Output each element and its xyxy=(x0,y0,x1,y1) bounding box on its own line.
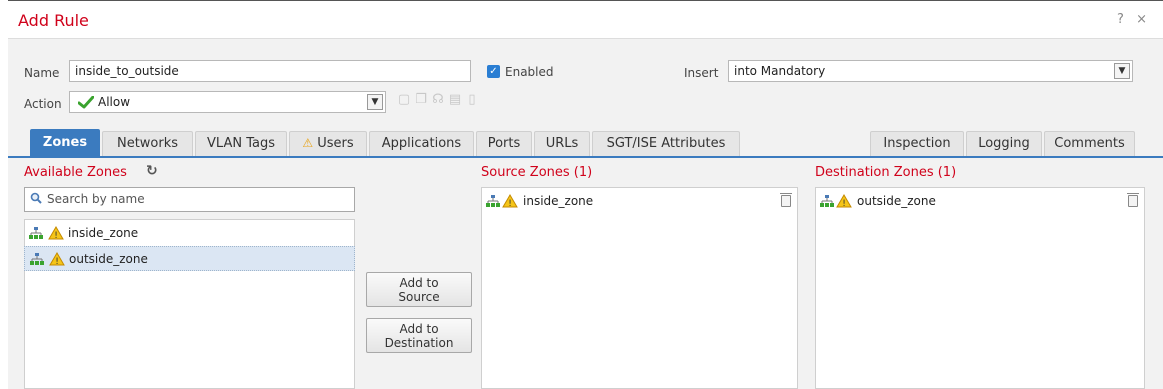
svg-text:!: ! xyxy=(54,231,58,240)
action-value: Allow xyxy=(98,95,131,109)
search-icon xyxy=(30,192,42,204)
network-icon xyxy=(29,227,43,239)
tab-urls[interactable]: URLs xyxy=(534,131,590,156)
available-zones-title: Available Zones xyxy=(24,165,127,180)
destination-zones-title: Destination Zones (1) xyxy=(815,165,957,180)
name-label: Name xyxy=(24,66,60,80)
add-to-source-label: Add to Source xyxy=(398,276,440,304)
title-actions: ? × xyxy=(1117,12,1151,27)
close-icon[interactable]: × xyxy=(1136,12,1151,27)
tab-networks[interactable]: Networks xyxy=(102,131,193,156)
refresh-icon[interactable]: ↻ xyxy=(146,163,158,179)
tab-users-label: Users xyxy=(317,136,354,151)
tab-sgt-ise-attributes[interactable]: SGT/ISE Attributes xyxy=(592,131,740,156)
list-item[interactable]: ! inside_zone xyxy=(24,221,355,246)
chevron-down-icon[interactable]: ▼ xyxy=(367,94,383,110)
name-input[interactable]: inside_to_outside xyxy=(69,60,471,82)
dialog-title: Add Rule xyxy=(18,11,89,30)
svg-text:!: ! xyxy=(508,199,512,208)
svg-text:!: ! xyxy=(842,199,846,208)
zone-name: inside_zone xyxy=(68,226,139,240)
network-icon xyxy=(486,195,500,207)
network-icon xyxy=(30,253,44,265)
tab-applications[interactable]: Applications xyxy=(369,131,474,156)
list-item[interactable]: ! outside_zone xyxy=(815,189,1145,213)
add-to-destination-label: Add to Destination xyxy=(384,322,454,350)
add-to-source-button[interactable]: Add to Source xyxy=(366,272,472,307)
action-label: Action xyxy=(24,97,62,111)
search-input[interactable]: Search by name xyxy=(24,187,355,212)
insert-label: Insert xyxy=(684,66,719,80)
tab-users[interactable]: ⚠ Users xyxy=(289,131,367,156)
trash-icon[interactable] xyxy=(1127,193,1139,207)
zone-name: inside_zone xyxy=(523,194,594,208)
tab-comments[interactable]: Comments xyxy=(1044,131,1135,156)
document-icon[interactable]: ▯ xyxy=(465,92,479,108)
warning-icon: ! xyxy=(49,252,65,266)
tab-logging[interactable]: Logging xyxy=(966,131,1042,156)
allow-check-icon xyxy=(78,96,94,109)
copy-icon[interactable]: ❐ xyxy=(414,92,428,108)
network-icon xyxy=(820,195,834,207)
zone-name: outside_zone xyxy=(69,252,148,266)
chevron-down-icon[interactable]: ▼ xyxy=(1114,63,1130,79)
warning-icon: ! xyxy=(48,226,64,240)
insert-select[interactable]: into Mandatory ▼ xyxy=(728,60,1133,82)
svg-text:!: ! xyxy=(55,257,59,266)
zone-name: outside_zone xyxy=(857,194,936,208)
action-option-icons: ▢ ❐ ☊ ▤ ▯ xyxy=(397,92,479,108)
help-icon[interactable]: ? xyxy=(1117,12,1128,27)
top-border xyxy=(8,0,1163,1)
user-search-icon[interactable]: ☊ xyxy=(431,92,445,108)
insert-value: into Mandatory xyxy=(734,64,826,78)
destination-zones-list xyxy=(815,187,1145,389)
action-select[interactable]: Allow ▼ xyxy=(69,91,386,113)
tab-ports[interactable]: Ports xyxy=(476,131,532,156)
trash-icon[interactable] xyxy=(780,193,792,207)
enabled-label: Enabled xyxy=(505,65,554,79)
shield-icon[interactable]: ▢ xyxy=(397,92,411,108)
source-zones-list xyxy=(481,187,798,389)
source-zones-title: Source Zones (1) xyxy=(481,165,593,180)
clipboard-icon[interactable]: ▤ xyxy=(448,92,462,108)
warning-icon: ⚠ xyxy=(302,136,314,150)
rule-tabs: Zones Networks VLAN Tags ⚠ Users Applica… xyxy=(8,129,1163,156)
enabled-checkbox[interactable]: ✓ xyxy=(487,65,500,78)
tab-zones[interactable]: Zones xyxy=(30,129,100,156)
warning-icon: ! xyxy=(502,194,518,208)
tab-inspection[interactable]: Inspection xyxy=(870,131,964,156)
list-item[interactable]: ! inside_zone xyxy=(481,189,798,213)
list-item[interactable]: ! outside_zone xyxy=(24,246,355,271)
add-to-destination-button[interactable]: Add to Destination xyxy=(366,318,472,353)
warning-icon: ! xyxy=(836,194,852,208)
tab-vlan-tags[interactable]: VLAN Tags xyxy=(195,131,287,156)
